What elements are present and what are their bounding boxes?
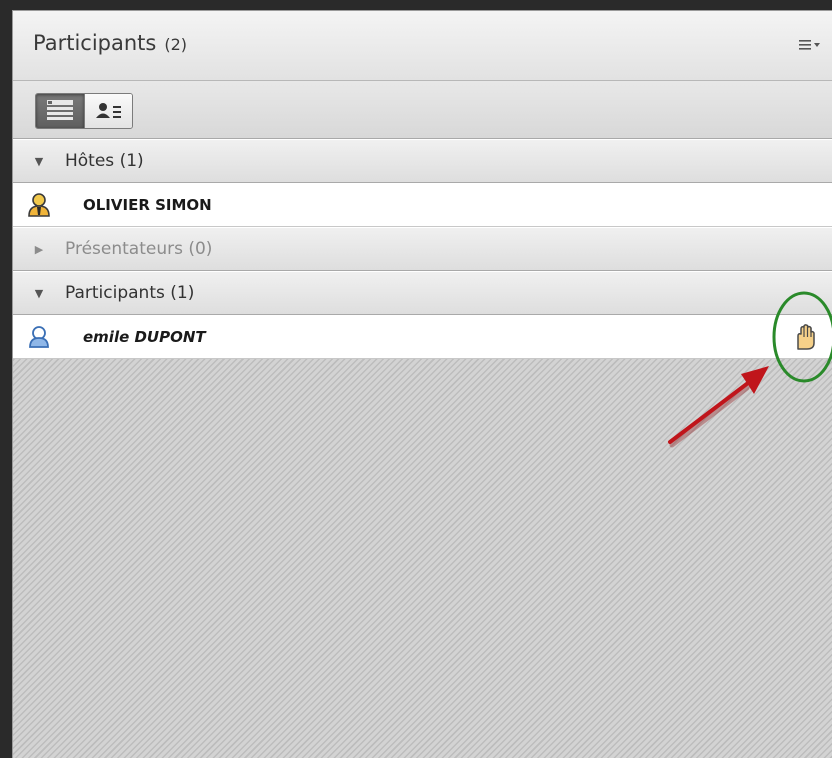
options-menu-icon[interactable] xyxy=(797,35,823,57)
participants-pod: Participants (2) ▼ Hôtes (1) OLIVIER SIM… xyxy=(12,10,832,758)
participants-section-label: Participants (1) xyxy=(65,283,195,303)
window-frame-left xyxy=(0,0,12,758)
pod-title: Participants (2) xyxy=(33,31,187,55)
attendee-name: OLIVIER SIMON xyxy=(83,195,212,214)
hosts-section-header[interactable]: ▼ Hôtes (1) xyxy=(13,139,832,183)
view-toggle xyxy=(35,93,133,129)
attendee-row-host[interactable]: OLIVIER SIMON xyxy=(13,183,832,227)
host-user-icon xyxy=(13,192,65,218)
list-view-icon[interactable] xyxy=(36,94,84,128)
hosts-section-label: Hôtes (1) xyxy=(65,151,144,171)
view-toolbar xyxy=(13,81,832,139)
raised-hand-icon[interactable] xyxy=(791,323,821,357)
pod-header: Participants (2) xyxy=(13,11,832,81)
attendee-view-icon[interactable] xyxy=(84,94,132,128)
pod-title-label: Participants xyxy=(33,31,157,55)
presenters-section-header[interactable]: ▶ Présentateurs (0) xyxy=(13,227,832,271)
participant-count: (2) xyxy=(164,35,188,54)
participants-section-header[interactable]: ▼ Participants (1) xyxy=(13,271,832,315)
participant-user-icon xyxy=(13,325,65,349)
attendee-name: emile DUPONT xyxy=(83,327,206,346)
attendee-row-participant[interactable]: emile DUPONT xyxy=(13,315,832,359)
presenters-section-label: Présentateurs (0) xyxy=(65,239,213,259)
collapsed-arrow-icon[interactable]: ▶ xyxy=(13,243,65,256)
expand-arrow-icon[interactable]: ▼ xyxy=(13,155,65,168)
expand-arrow-icon[interactable]: ▼ xyxy=(13,287,65,300)
window-frame-top xyxy=(0,0,832,10)
